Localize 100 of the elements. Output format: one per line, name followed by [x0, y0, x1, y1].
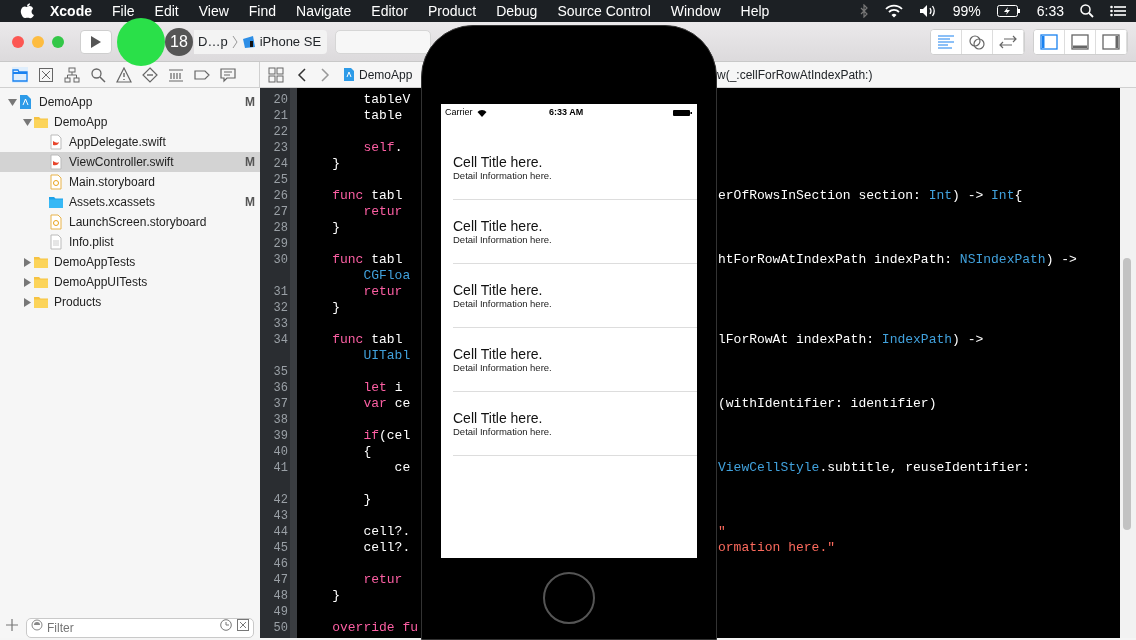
code-text: {: [362, 444, 372, 459]
two-arrows-icon: [999, 33, 1017, 50]
list-icon[interactable]: [1110, 5, 1126, 17]
tree-row[interactable]: DemoAppUITests: [0, 272, 260, 292]
line-number: 49: [273, 605, 288, 619]
line-number: 37: [273, 397, 288, 411]
breadcrumb-item[interactable]: w(_:cellForRowAtIndexPath:): [717, 65, 873, 84]
cell-detail: Detail Information here.: [453, 425, 553, 438]
scrollbar-thumb[interactable]: [1123, 258, 1131, 530]
file-name: DemoApp: [54, 114, 108, 131]
carrier-label: Carrier: [445, 106, 473, 120]
line-number: 46: [273, 557, 288, 571]
clock-icon[interactable]: [220, 619, 232, 631]
tree-row[interactable]: DemoApp M: [0, 92, 260, 112]
code-text: CGFloa: [362, 268, 411, 283]
tree-row[interactable]: ViewController.swift M: [0, 152, 260, 172]
close-button[interactable]: [12, 35, 24, 48]
tree-row[interactable]: Products: [0, 292, 260, 312]
plus-icon[interactable]: [6, 619, 18, 631]
wifi-icon[interactable]: [884, 4, 903, 18]
line-number: 27: [273, 205, 288, 219]
line-number: 48: [273, 589, 288, 603]
code-text: ce: [393, 460, 411, 475]
code-text: func tabl: [331, 188, 403, 203]
diamond-icon[interactable]: [142, 66, 158, 83]
line-number: 26: [273, 189, 288, 203]
line-number: 50: [273, 621, 288, 635]
line-number: 21: [273, 109, 288, 123]
search-icon[interactable]: [1080, 4, 1094, 18]
menu-item[interactable]: Find: [248, 0, 277, 22]
battery-icon[interactable]: [996, 5, 1021, 17]
device-name: iPhone SE: [259, 32, 322, 51]
tree-row[interactable]: Main.storyboard: [0, 172, 260, 192]
document-icon: [18, 94, 34, 110]
lines-icon: [937, 33, 955, 50]
cell-title: Cell Title here.: [453, 153, 544, 170]
cell-detail: Detail Information here.: [453, 297, 553, 310]
cell-title: Cell Title here.: [453, 345, 544, 362]
file-name: Assets.xcassets: [69, 194, 156, 211]
folder-icon: [33, 114, 49, 130]
panel-toggle-button[interactable]: [1034, 29, 1065, 54]
speech-bubble-icon[interactable]: [220, 66, 236, 83]
filter-field[interactable]: Filter: [26, 618, 254, 638]
bluetooth-icon[interactable]: [858, 4, 869, 18]
line-number: 45: [273, 541, 288, 555]
speaker-icon[interactable]: [918, 4, 937, 18]
menu-item[interactable]: Source Control: [557, 0, 651, 22]
warning-icon[interactable]: [116, 66, 132, 83]
segmented-control[interactable]: [1033, 28, 1128, 55]
menu-item[interactable]: Navigate: [296, 0, 352, 22]
tree-row[interactable]: AppDelegate.swift: [0, 132, 260, 152]
disclosure-triangle-icon[interactable]: [22, 257, 32, 267]
code-text: htForRowAtIndexPath indexPath: NSIndexPath) ->: [718, 252, 1077, 267]
code-text: retur: [362, 284, 403, 299]
menu-item[interactable]: Editor: [371, 0, 408, 22]
menu-item[interactable]: Window: [670, 0, 721, 22]
code-text: erOfRowsInSection section: Int) -> Int{: [718, 188, 1023, 203]
device-icon: [241, 34, 256, 49]
bars-icon[interactable]: [168, 66, 184, 83]
line-number: 38: [273, 413, 288, 427]
code-text: retur: [362, 204, 403, 219]
breadcrumb-item[interactable]: DemoApp: [359, 65, 413, 84]
run-button[interactable]: [80, 29, 112, 54]
tree-row[interactable]: Info.plist: [0, 232, 260, 252]
line-number: 20: [273, 93, 288, 107]
code-text: var ce: [362, 396, 411, 411]
disclosure-triangle-icon[interactable]: [7, 97, 17, 107]
crossed-square-icon[interactable]: [237, 619, 249, 631]
battery-icon: [673, 109, 693, 117]
menu-item[interactable]: File: [112, 0, 135, 22]
tree-row[interactable]: Assets.xcassets M: [0, 192, 260, 212]
tree-row[interactable]: LaunchScreen.storyboard: [0, 212, 260, 232]
code-text: cell?.: [362, 524, 411, 539]
tree-row[interactable]: DemoAppTests: [0, 252, 260, 272]
code-text: lForRowAt indexPath: IndexPath) ->: [718, 332, 984, 347]
tree-row[interactable]: DemoApp: [0, 112, 260, 132]
hierarchy-icon[interactable]: [64, 66, 80, 83]
menu-item[interactable]: Edit: [154, 0, 179, 22]
disclosure-triangle-icon[interactable]: [22, 277, 32, 287]
apple-icon[interactable]: [20, 3, 34, 19]
line-number: 36: [273, 381, 288, 395]
storyboard-file-icon: [48, 214, 64, 230]
scheme-name: D…p: [198, 32, 228, 51]
app-menu[interactable]: Xcode: [50, 0, 92, 22]
segmented-control[interactable]: [930, 28, 1025, 55]
scheme-selector[interactable]: D…p iPhone SE: [194, 29, 328, 54]
right-panel-icon: [1102, 33, 1120, 50]
disclosure-triangle-icon[interactable]: [22, 117, 32, 127]
menu-item[interactable]: View: [198, 0, 229, 22]
menu-item[interactable]: Help: [740, 0, 770, 22]
status-time: 6:33 AM: [549, 106, 584, 120]
menu-item[interactable]: Debug: [496, 0, 538, 22]
line-number: 29: [273, 237, 288, 251]
disclosure-triangle-icon[interactable]: [22, 297, 32, 307]
home-button[interactable]: [543, 572, 595, 624]
grid-icon[interactable]: [268, 66, 284, 83]
code-text: ViewCellStyle.subtitle, reuseIdentifier:: [718, 460, 1031, 475]
crossed-square-icon[interactable]: [38, 66, 54, 83]
folder-icon[interactable]: [12, 66, 28, 83]
menu-item[interactable]: Product: [427, 0, 477, 22]
